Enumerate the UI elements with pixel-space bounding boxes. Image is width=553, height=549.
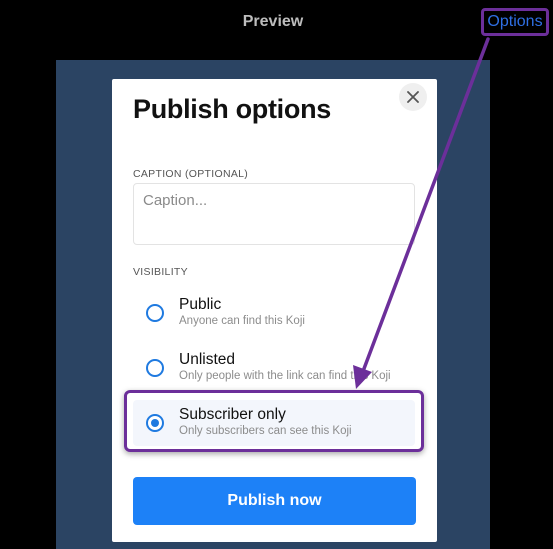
page-title: Preview	[242, 13, 304, 30]
close-button[interactable]	[399, 83, 427, 111]
option-description: Anyone can find this Koji	[179, 315, 305, 327]
radio-public[interactable]	[146, 304, 164, 322]
visibility-option-unlisted[interactable]: Unlisted Only people with the link can f…	[133, 345, 415, 391]
options-link[interactable]: Options	[481, 8, 549, 36]
publish-now-button[interactable]: Publish now	[133, 477, 416, 525]
option-title: Unlisted	[179, 351, 235, 368]
visibility-option-public[interactable]: Public Anyone can find this Koji	[133, 290, 415, 336]
option-title: Subscriber only	[179, 406, 286, 423]
modal-title: Publish options	[133, 94, 331, 124]
radio-unlisted[interactable]	[146, 359, 164, 377]
radio-subscriber-only[interactable]	[146, 414, 164, 432]
visibility-label: VISIBILITY	[133, 266, 188, 278]
top-bar: Preview Options	[0, 0, 553, 44]
visibility-option-subscriber-only[interactable]: Subscriber only Only subscribers can see…	[133, 400, 415, 446]
option-title: Public	[179, 296, 222, 313]
caption-label: CAPTION (OPTIONAL)	[133, 168, 249, 180]
close-icon	[407, 91, 419, 103]
caption-input[interactable]	[133, 183, 415, 245]
option-description: Only subscribers can see this Koji	[179, 425, 352, 437]
option-description: Only people with the link can find this …	[179, 370, 391, 382]
publish-options-modal: Publish options CAPTION (OPTIONAL) VISIB…	[112, 79, 437, 542]
